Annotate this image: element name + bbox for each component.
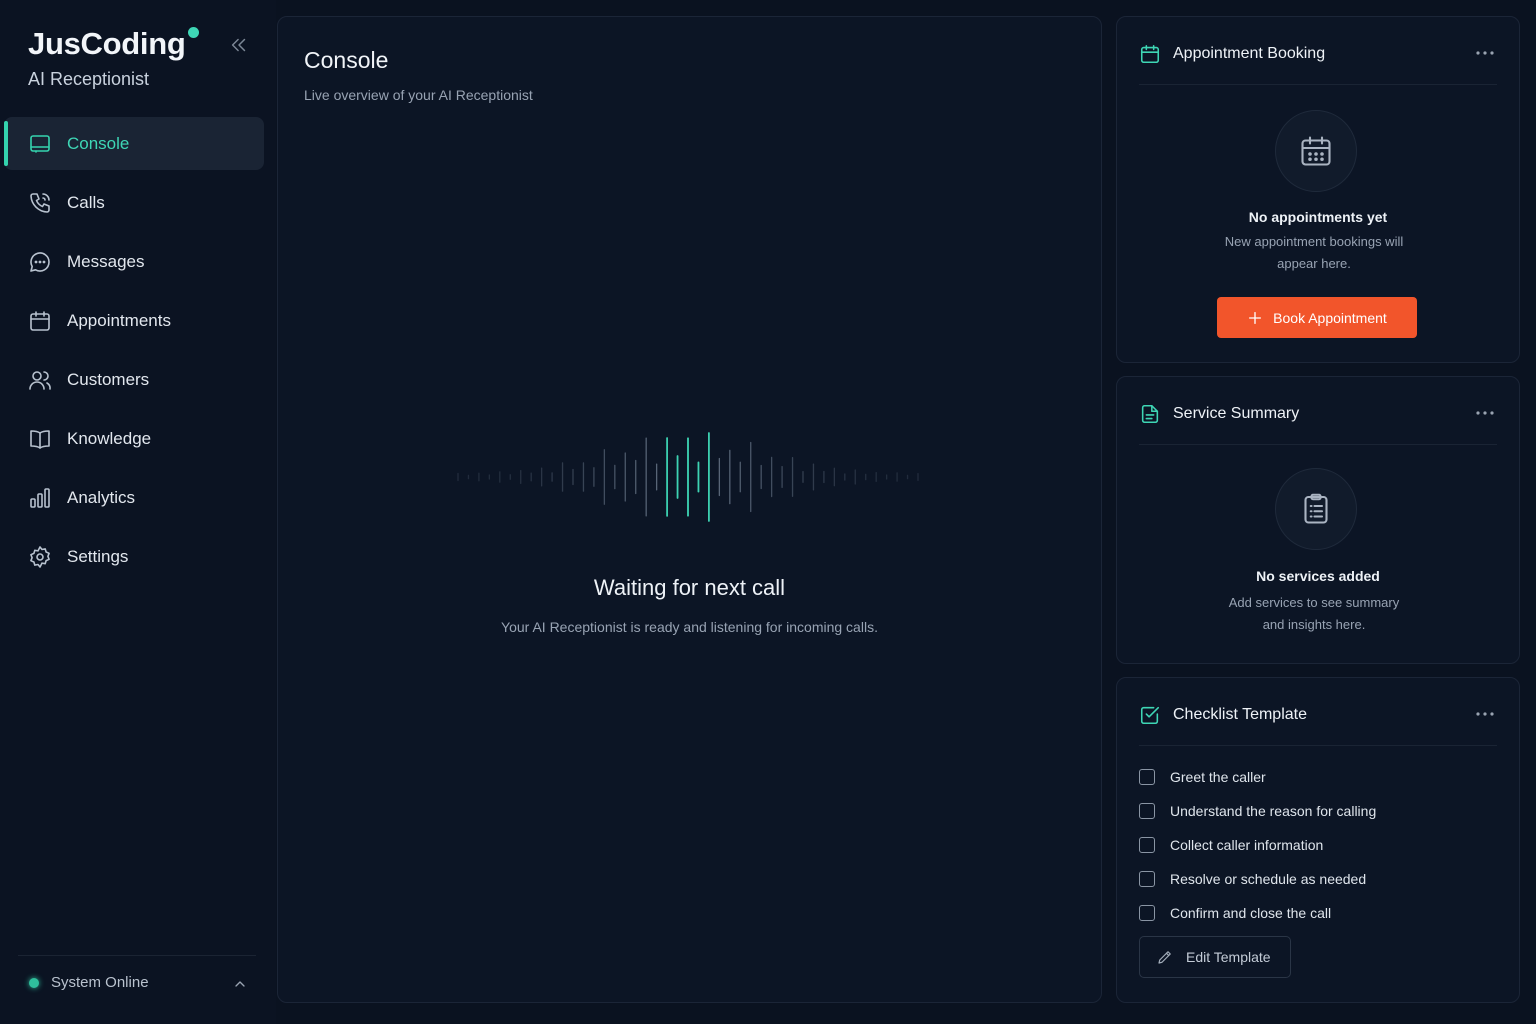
brand-name: JusCoding <box>28 26 200 62</box>
plus-icon <box>1249 311 1262 324</box>
edit-template-button[interactable]: Edit Template <box>1139 936 1291 978</box>
status-dot-icon <box>29 977 39 988</box>
more-options-icon[interactable] <box>1475 405 1495 421</box>
sidebar-item-label: Appointments <box>67 310 171 330</box>
users-icon <box>28 368 52 392</box>
checklist-item-label: Understand the reason for calling <box>1170 803 1377 819</box>
waiting-text: Your AI Receptionist is ready and listen… <box>501 619 878 635</box>
book-icon <box>28 427 52 451</box>
console-icon <box>28 132 52 156</box>
sidebar-item-calls[interactable]: Calls <box>4 176 264 229</box>
clipboard-icon <box>1304 493 1328 524</box>
sidebar-item-customers[interactable]: Customers <box>4 353 264 406</box>
checklist-item[interactable]: Understand the reason for calling <box>1139 794 1376 828</box>
edit-template-label: Edit Template <box>1186 949 1271 965</box>
sidebar-nav: Console Calls Messages Appointments Cust… <box>4 117 264 589</box>
checklist-item-label: Confirm and close the call <box>1170 905 1332 921</box>
more-options-icon[interactable] <box>1475 706 1495 722</box>
empty-state-title: No services added <box>1256 568 1380 584</box>
sidebar-item-label: Console <box>67 133 130 153</box>
waveform-icon <box>438 422 938 532</box>
console-panel: Console Live overview of your AI Recepti… <box>277 16 1102 1003</box>
sidebar-item-label: Messages <box>67 251 145 271</box>
more-options-icon[interactable] <box>1475 45 1495 61</box>
checklist-item-label: Greet the caller <box>1170 769 1266 785</box>
checklist-item-label: Resolve or schedule as needed <box>1170 871 1367 887</box>
sidebar: JusCoding AI Receptionist Console Calls … <box>0 0 276 1024</box>
sidebar-item-analytics[interactable]: Analytics <box>4 471 264 524</box>
chevron-up-icon[interactable] <box>232 976 248 992</box>
sidebar-item-appointments[interactable]: Appointments <box>4 294 264 347</box>
book-appointment-label: Book Appointment <box>1273 309 1387 326</box>
sidebar-item-label: Customers <box>67 369 150 389</box>
empty-state-title: No appointments yet <box>1248 209 1388 225</box>
page-subtitle: Live overview of your AI Receptionist <box>304 87 533 103</box>
sidebar-item-messages[interactable]: Messages <box>4 235 264 288</box>
calendar-grid-icon <box>1301 136 1331 166</box>
sidebar-item-label: Analytics <box>67 487 136 507</box>
gear-icon <box>28 545 52 569</box>
waiting-title: Waiting for next call <box>593 575 786 600</box>
sidebar-item-label: Knowledge <box>67 428 152 448</box>
card-title: Service Summary <box>1173 405 1300 422</box>
sidebar-item-label: Calls <box>67 192 105 212</box>
empty-state-badge <box>1275 468 1357 550</box>
empty-state-text: New appointment bookings will appear her… <box>1224 234 1404 271</box>
checkbox[interactable] <box>1139 803 1155 819</box>
book-appointment-button[interactable]: Book Appointment <box>1217 297 1417 338</box>
card-title: Appointment Booking <box>1173 45 1326 62</box>
message-icon <box>28 250 52 274</box>
checklist-item[interactable]: Resolve or schedule as needed <box>1139 862 1376 896</box>
checklist-template-card: Checklist Template Greet the caller Unde… <box>1116 677 1520 1003</box>
card-divider <box>1139 84 1497 85</box>
service-summary-card: Service Summary No services added Add se… <box>1116 376 1520 664</box>
calendar-icon <box>1139 43 1161 65</box>
card-divider <box>1139 444 1497 445</box>
checklist-item-label: Collect caller information <box>1170 837 1324 853</box>
empty-state-text: Add services to see summary and insights… <box>1228 595 1400 632</box>
system-status[interactable]: System Online <box>29 974 149 991</box>
card-divider <box>1139 745 1497 746</box>
card-header: Appointment Booking <box>1139 43 1325 65</box>
bar-chart-icon <box>28 486 52 510</box>
calendar-icon <box>28 309 52 333</box>
brand-dot <box>188 27 200 38</box>
pencil-icon <box>1158 951 1171 964</box>
sidebar-item-knowledge[interactable]: Knowledge <box>4 412 264 465</box>
status-text: System Online <box>51 974 149 991</box>
page-title: Console <box>304 47 389 73</box>
checkbox-checked-icon <box>1139 704 1161 726</box>
brand-name-text: JusCoding <box>28 26 186 61</box>
checklist-item[interactable]: Confirm and close the call <box>1139 896 1376 930</box>
card-header: Service Summary <box>1139 403 1299 425</box>
sidebar-item-label: Settings <box>67 546 129 566</box>
sidebar-item-settings[interactable]: Settings <box>4 530 264 583</box>
sidebar-item-console[interactable]: Console <box>4 117 264 170</box>
card-title: Checklist Template <box>1173 706 1307 723</box>
checklist-item[interactable]: Greet the caller <box>1139 760 1376 794</box>
appointment-booking-card: Appointment Booking No appointments yet … <box>1116 16 1520 363</box>
checkbox[interactable] <box>1139 769 1155 785</box>
brand: JusCoding AI Receptionist <box>28 26 200 90</box>
empty-state-badge <box>1275 110 1357 192</box>
checkbox[interactable] <box>1139 871 1155 887</box>
card-header: Checklist Template <box>1139 704 1307 726</box>
brand-subtitle: AI Receptionist <box>28 69 150 89</box>
checklist-item[interactable]: Collect caller information <box>1139 828 1376 862</box>
sidebar-divider <box>18 955 256 956</box>
document-icon <box>1139 403 1161 425</box>
checkbox[interactable] <box>1139 837 1155 853</box>
phone-icon <box>28 191 52 215</box>
checklist: Greet the caller Understand the reason f… <box>1139 760 1376 930</box>
checkbox[interactable] <box>1139 905 1155 921</box>
collapse-sidebar-icon[interactable] <box>228 34 250 56</box>
